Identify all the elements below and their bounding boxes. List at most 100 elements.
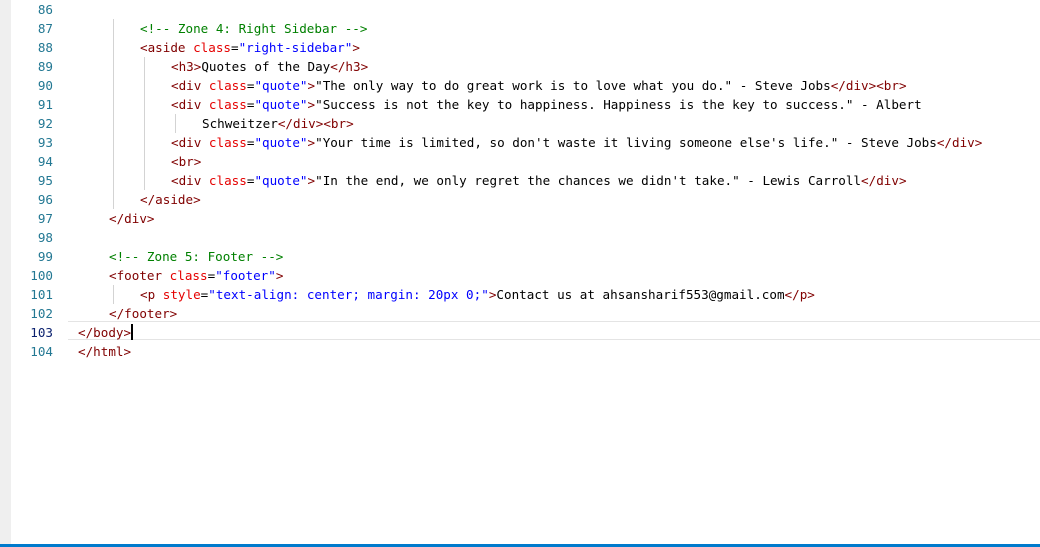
code-token: </p> — [784, 287, 815, 302]
code-text: </body> — [78, 323, 133, 342]
code-line[interactable]: 90 <div class="quote">"The only way to do… — [0, 76, 1040, 95]
line-number: 98 — [37, 230, 53, 245]
code-token: class — [208, 97, 247, 112]
code-line[interactable]: 88 <aside class="right-sidebar"> — [0, 38, 1040, 57]
code-line[interactable]: 98 — [0, 228, 1040, 247]
code-text: </footer> — [109, 304, 177, 323]
code-token: "footer" — [215, 268, 276, 283]
code-token: style — [162, 287, 201, 302]
line-number: 96 — [37, 192, 53, 207]
code-text: <div class="quote">"The only way to do g… — [171, 76, 907, 95]
code-token: <aside — [140, 40, 194, 55]
line-number: 91 — [37, 97, 53, 112]
code-token: Quotes of the Day — [201, 59, 331, 74]
code-token: </div> — [109, 211, 155, 226]
text-cursor — [131, 324, 133, 340]
code-text: <div class="quote">"Success is not the k… — [171, 95, 922, 114]
code-token: <div — [171, 78, 209, 93]
code-text: <h3>Quotes of the Day</h3> — [171, 57, 368, 76]
code-token: <h3> — [171, 59, 202, 74]
code-text: </div> — [109, 209, 155, 228]
code-text: Schweitzer</div><br> — [202, 114, 354, 133]
code-line[interactable]: 97 </div> — [0, 209, 1040, 228]
code-line[interactable]: 102 </footer> — [0, 304, 1040, 323]
code-text: <div class="quote">"In the end, we only … — [171, 171, 907, 190]
code-token: > — [307, 135, 316, 150]
line-number: 93 — [37, 135, 53, 150]
code-line[interactable]: 89 <h3>Quotes of the Day</h3> — [0, 57, 1040, 76]
code-token: </body> — [78, 325, 132, 340]
code-token: <div — [171, 97, 209, 112]
code-token: </div> — [861, 173, 907, 188]
code-token: Contact us at ahsansharif553@gmail.com — [496, 287, 785, 302]
code-text: <br> — [171, 152, 201, 171]
code-editor[interactable]: 86 87 <!-- Zone 4: Right Sidebar --> 88 <asi… — [0, 0, 1040, 547]
code-text: <aside class="right-sidebar"> — [140, 38, 360, 57]
code-token: <!-- Zone 4: Right Sidebar --> — [140, 21, 368, 36]
code-text: <!-- Zone 4: Right Sidebar --> — [140, 19, 367, 38]
code-line[interactable]: 100 <footer class="footer"> — [0, 266, 1040, 285]
code-token: <div — [171, 135, 209, 150]
code-line[interactable]: 92 Schweitzer</div><br> — [0, 114, 1040, 133]
code-token: <footer — [109, 268, 170, 283]
code-token: class — [208, 78, 247, 93]
code-text: </html> — [78, 342, 131, 361]
code-token: </div> — [936, 135, 983, 150]
code-token: <p — [140, 287, 163, 302]
code-token: > — [352, 40, 360, 55]
code-line[interactable]: 93 <div class="quote">"Your time is limit… — [0, 133, 1040, 152]
line-number: 86 — [37, 2, 53, 17]
code-text: <div class="quote">"Your time is limited… — [171, 133, 982, 152]
code-token: Schweitzer — [202, 116, 278, 131]
code-line[interactable]: 99 <!-- Zone 5: Footer --> — [0, 247, 1040, 266]
code-token: "Your time is limited, so don't waste it… — [315, 135, 937, 150]
line-number: 94 — [37, 154, 53, 169]
code-token: "right-sidebar" — [238, 40, 353, 55]
line-number: 95 — [37, 173, 53, 188]
code-token: </div><br> — [277, 116, 354, 131]
code-token: </h3> — [330, 59, 369, 74]
line-number: 92 — [37, 116, 53, 131]
code-token: class — [193, 40, 231, 55]
code-line[interactable]: 87 <!-- Zone 4: Right Sidebar --> — [0, 19, 1040, 38]
code-text: <p style="text-align: center; margin: 20… — [140, 285, 815, 304]
code-token: "text-align: center; margin: 20px 0;" — [208, 287, 489, 302]
code-token: > — [275, 268, 284, 283]
code-token: </aside> — [140, 192, 201, 207]
line-number: 99 — [37, 249, 53, 264]
code-token: class — [208, 173, 247, 188]
code-token: > — [307, 97, 316, 112]
line-number: 90 — [37, 78, 53, 93]
line-number: 100 — [30, 268, 53, 283]
code-text: <!-- Zone 5: Footer --> — [109, 247, 283, 266]
code-token: <!-- Zone 5: Footer --> — [109, 249, 284, 264]
code-token: > — [307, 173, 316, 188]
code-token: "quote" — [254, 135, 308, 150]
code-text: </aside> — [140, 190, 201, 209]
code-token: </html> — [78, 344, 132, 359]
code-text: <footer class="footer"> — [109, 266, 283, 285]
line-number: 102 — [30, 306, 53, 321]
code-line[interactable]: 94 <br> — [0, 152, 1040, 171]
line-number: 101 — [30, 287, 53, 302]
code-token: </footer> — [109, 306, 178, 321]
code-token: "In the end, we only regret the chances … — [315, 173, 862, 188]
code-token: </div><br> — [830, 78, 907, 93]
line-number: 87 — [37, 21, 53, 36]
code-token: "quote" — [254, 173, 308, 188]
code-token: "The only way to do great work is to lov… — [315, 78, 831, 93]
code-line[interactable]: 96 </aside> — [0, 190, 1040, 209]
code-line[interactable]: 103 </body> — [0, 323, 1040, 342]
code-line[interactable]: 101 <p style="text-align: center; margin:… — [0, 285, 1040, 304]
code-token: class — [208, 135, 247, 150]
code-line[interactable]: 104 </html> — [0, 342, 1040, 361]
line-number: 104 — [30, 344, 53, 359]
code-token: "quote" — [254, 97, 308, 112]
code-line[interactable]: 86 — [0, 0, 1040, 19]
code-token: "quote" — [254, 78, 308, 93]
code-line[interactable]: 95 <div class="quote">"In the end, we onl… — [0, 171, 1040, 190]
line-number: 88 — [37, 40, 53, 55]
code-token: > — [307, 78, 316, 93]
code-line[interactable]: 91 <div class="quote">"Success is not the… — [0, 95, 1040, 114]
code-token: class — [169, 268, 208, 283]
